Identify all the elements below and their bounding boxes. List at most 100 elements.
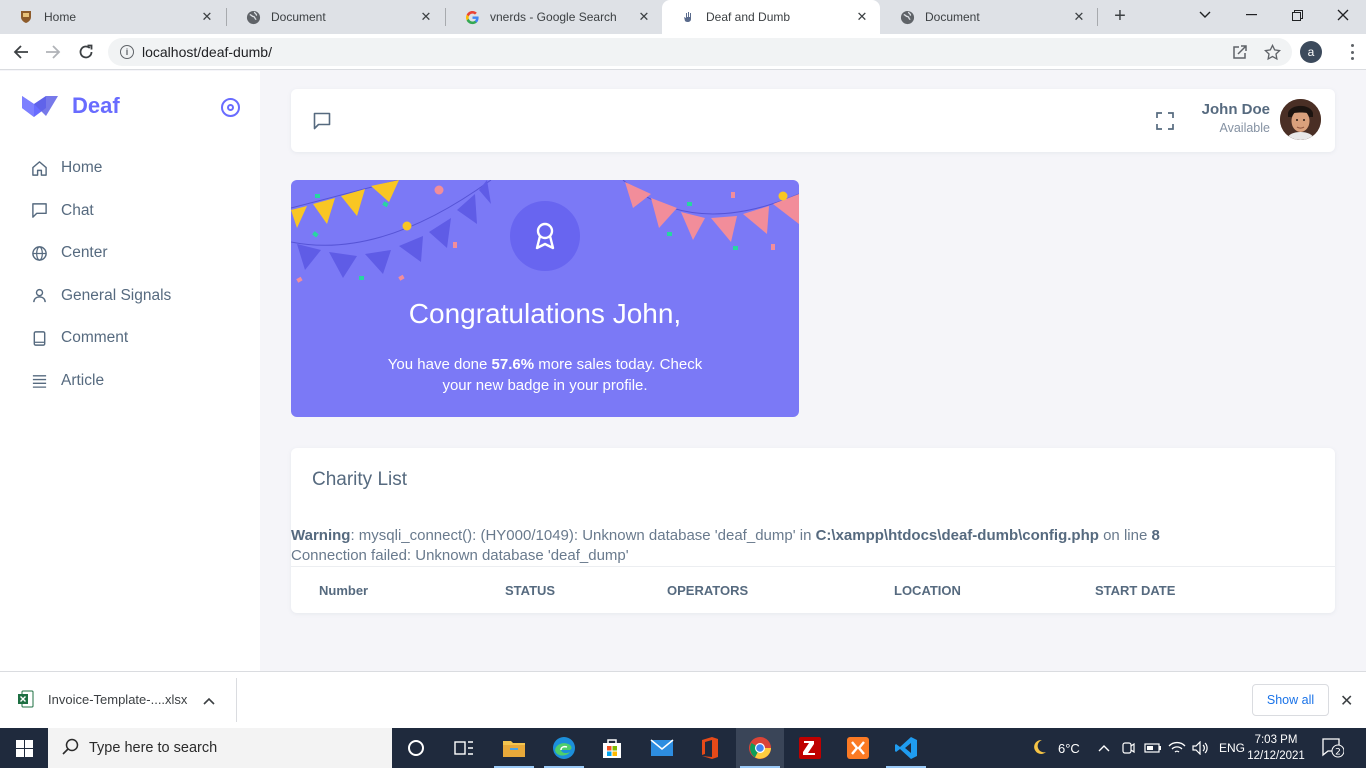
table-header: Number STATUS OPERATORS LOCATION START D…: [291, 566, 1335, 613]
profile-avatar[interactable]: a: [1300, 41, 1322, 63]
chrome-icon[interactable]: [736, 728, 784, 768]
tab-google-search[interactable]: vnerds - Google Search ✕: [446, 0, 662, 34]
temperature: 6°C: [1058, 740, 1080, 756]
congratulations-title: Congratulations John,: [408, 298, 682, 329]
user-info[interactable]: John Doe Available: [1202, 101, 1270, 135]
xampp-icon[interactable]: [834, 728, 882, 768]
sidebar-item-center[interactable]: Center: [0, 232, 260, 275]
fullscreen-icon[interactable]: [1155, 111, 1175, 136]
weather-widget[interactable]: 6°C: [1030, 728, 1080, 768]
excel-file-icon: [18, 690, 34, 708]
column-number[interactable]: Number: [319, 583, 368, 598]
chat-icon: [30, 202, 48, 220]
tab-search-button[interactable]: [1182, 0, 1228, 30]
logo-icon: [22, 96, 58, 117]
sidebar-item-article[interactable]: Article: [0, 360, 260, 403]
restore-button[interactable]: [1274, 0, 1320, 30]
sidebar-toggle-icon[interactable]: [221, 98, 240, 117]
window-close-button[interactable]: [1320, 0, 1366, 30]
share-icon[interactable]: [1228, 40, 1252, 64]
notification-center-icon[interactable]: 2: [1322, 738, 1345, 763]
sidebar-item-home[interactable]: Home: [0, 147, 260, 190]
congratulations-message: You have done 57.6% more sales today. Ch…: [387, 356, 703, 394]
task-view-icon[interactable]: [440, 728, 488, 768]
sidebar-item-comment[interactable]: Comment: [0, 317, 260, 360]
user-name: John Doe: [1201, 101, 1270, 118]
sidebar-item-label: Home: [61, 159, 103, 177]
search-placeholder: Type here to search: [89, 740, 218, 756]
microsoft-store-icon[interactable]: [588, 728, 636, 768]
edge-browser-icon[interactable]: [540, 728, 588, 768]
filezilla-icon[interactable]: [786, 728, 834, 768]
php-warning: Warning: mysqli_connect(): (HY000/1049):…: [291, 527, 1160, 564]
language-indicator[interactable]: ENG: [1219, 728, 1245, 768]
column-start-date[interactable]: START DATE: [1095, 583, 1175, 598]
show-all-button[interactable]: Show all: [1252, 684, 1329, 716]
tab-home[interactable]: Home ✕: [0, 0, 225, 34]
reload-button[interactable]: [73, 39, 99, 65]
connection-error: Connection failed: Unknown database 'dea…: [291, 547, 629, 564]
clock-date: 12/12/2021: [1247, 750, 1305, 762]
forward-button[interactable]: [40, 39, 66, 65]
close-icon[interactable]: ✕: [1071, 9, 1087, 25]
sidebar-item-chat[interactable]: Chat: [0, 190, 260, 233]
address-bar[interactable]: i localhost/deaf-dumb/: [108, 38, 1292, 66]
close-icon[interactable]: ✕: [199, 9, 215, 25]
close-icon[interactable]: ✕: [1340, 691, 1353, 711]
windows-start-icon[interactable]: [0, 728, 48, 768]
sidebar-item-label: Comment: [61, 329, 129, 347]
cortana-icon[interactable]: [392, 728, 440, 768]
info-icon[interactable]: i: [120, 45, 134, 59]
browser-tab-strip: Home ✕ Document ✕ vnerds - Google Search…: [0, 0, 1366, 34]
avatar[interactable]: [1280, 99, 1321, 140]
chat-icon[interactable]: [312, 111, 332, 136]
moon-icon: [1030, 738, 1048, 759]
url-text: localhost/deaf-dumb/: [142, 44, 272, 60]
show-hidden-icons[interactable]: [1098, 728, 1110, 768]
close-icon[interactable]: ✕: [636, 9, 652, 25]
close-icon[interactable]: ✕: [418, 9, 434, 25]
divider: [236, 678, 237, 722]
charity-list-card: Charity List Warning: mysqli_connect(): …: [291, 448, 1335, 613]
volume-icon[interactable]: [1192, 728, 1210, 768]
bookmark-star-icon[interactable]: [1260, 40, 1284, 64]
download-item[interactable]: Invoice-Template-....xlsx: [18, 690, 187, 708]
file-explorer-icon[interactable]: [490, 728, 538, 768]
browser-toolbar: i localhost/deaf-dumb/ a: [0, 34, 1366, 70]
sidebar: Deaf Home Chat Center General Signals Co…: [0, 71, 260, 671]
sidebar-item-general-signals[interactable]: General Signals: [0, 275, 260, 318]
tab-separator: [1097, 8, 1098, 26]
sidebar-item-label: Center: [61, 244, 108, 262]
wifi-icon[interactable]: [1168, 728, 1186, 768]
crest-icon: [18, 9, 34, 25]
chevron-up-icon[interactable]: [203, 692, 215, 710]
battery-icon[interactable]: [1144, 728, 1162, 768]
column-operators[interactable]: OPERATORS: [667, 583, 748, 598]
google-icon: [464, 9, 480, 25]
browser-menu-icon[interactable]: [1344, 42, 1360, 62]
award-badge-icon: [510, 201, 580, 271]
sales-percentage: 57.6%: [491, 356, 535, 373]
new-tab-button[interactable]: +: [1108, 5, 1132, 29]
tab-deaf-and-dumb[interactable]: Deaf and Dumb ✕: [662, 0, 880, 34]
windows-taskbar: Type here to search 6°C ENG 7:03 PM 12/1…: [0, 728, 1366, 768]
search-icon: [62, 738, 79, 759]
vscode-icon[interactable]: [882, 728, 930, 768]
mail-icon[interactable]: [638, 728, 686, 768]
notification-count: 2: [1335, 748, 1341, 758]
office-icon[interactable]: [686, 728, 734, 768]
column-location[interactable]: LOCATION: [894, 583, 961, 598]
hand-icon: [680, 9, 696, 25]
back-button[interactable]: [8, 39, 34, 65]
column-status[interactable]: STATUS: [505, 583, 555, 598]
close-icon[interactable]: ✕: [854, 9, 870, 25]
tab-document[interactable]: Document ✕: [227, 0, 444, 34]
brand-logo[interactable]: Deaf: [22, 93, 120, 119]
tab-document-2[interactable]: Document ✕: [881, 0, 1097, 34]
meet-now-icon[interactable]: [1120, 728, 1136, 768]
system-clock[interactable]: 7:03 PM 12/12/2021: [1244, 732, 1308, 764]
home-icon: [30, 159, 48, 177]
download-bar: Invoice-Template-....xlsx Show all ✕: [0, 671, 1366, 728]
minimize-button[interactable]: [1228, 0, 1274, 30]
taskbar-search-box[interactable]: Type here to search: [48, 728, 392, 768]
